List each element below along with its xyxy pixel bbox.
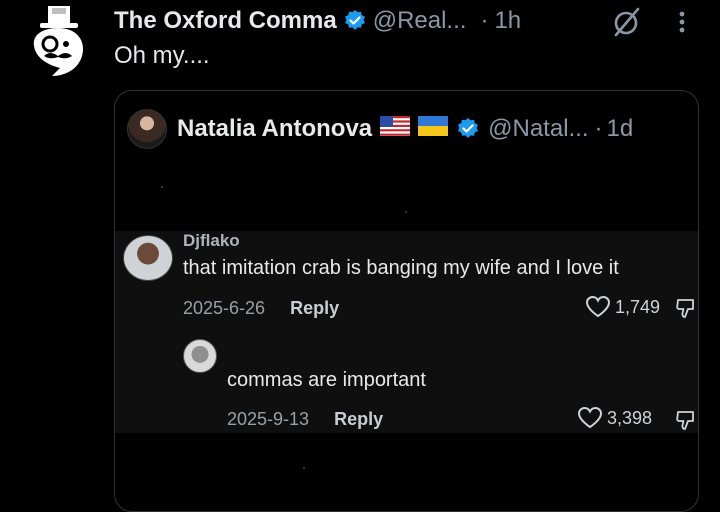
post-time[interactable]: 1h (494, 7, 521, 35)
quoted-separator-dot: · (594, 115, 603, 142)
more-options-icon[interactable] (670, 6, 694, 38)
post: The Oxford Comma @Real... · 1h Oh my....… (0, 0, 720, 512)
commenter-username: Djflako (183, 231, 240, 250)
background-speck (303, 467, 305, 469)
reply-like-count: 3,398 (607, 407, 653, 428)
verified-badge-icon (343, 9, 367, 33)
comment-likes: 1,749 (585, 295, 660, 319)
quoted-post-time[interactable]: 1d (607, 115, 634, 143)
reply-reply-label: Reply (334, 409, 384, 429)
quoted-post-header: Natalia Antonova @Natal... · 1d (127, 109, 633, 149)
reply-likes: 3,398 (577, 406, 652, 430)
reply-meta: 2025-9-13 Reply (227, 409, 383, 430)
post-text: Oh my.... (114, 42, 210, 69)
comment-reply-label: Reply (290, 298, 340, 318)
comment-meta: 2025-6-26 Reply (183, 298, 339, 319)
separator-dot: · (480, 7, 489, 34)
replier-avatar (183, 339, 217, 373)
heart-icon (577, 406, 603, 429)
author-name[interactable]: The Oxford Comma (114, 7, 337, 35)
reply-date: 2025-9-13 (227, 409, 310, 429)
heart-icon (585, 295, 611, 318)
quoted-post[interactable]: Natalia Antonova @Natal... · 1d Djflako … (114, 90, 699, 512)
us-flag-icon (380, 115, 411, 143)
ukraine-flag-icon (418, 115, 449, 143)
background-speck (405, 211, 407, 213)
quoted-verified-badge-icon (456, 117, 480, 141)
quoted-author-handle[interactable]: @Natal... (488, 115, 588, 143)
natalia-avatar[interactable] (127, 109, 167, 149)
embedded-comment-screenshot: Djflako that imitation crab is banging m… (115, 231, 698, 433)
oxford-comma-avatar[interactable] (22, 4, 92, 78)
grok-icon[interactable] (610, 6, 642, 38)
comment-date: 2025-6-26 (183, 298, 266, 318)
background-speck (161, 186, 163, 188)
comment-text: that imitation crab is banging my wife a… (183, 257, 619, 279)
comment-like-count: 1,749 (615, 296, 661, 317)
reply-text: commas are important (227, 369, 426, 391)
dislike-icon (676, 411, 694, 430)
quoted-author-name[interactable]: Natalia Antonova (177, 115, 372, 143)
dislike-icon (676, 299, 694, 318)
commenter-avatar (123, 235, 173, 281)
author-handle[interactable]: @Real... (373, 7, 467, 35)
post-header: The Oxford Comma @Real... · 1h (114, 4, 521, 38)
